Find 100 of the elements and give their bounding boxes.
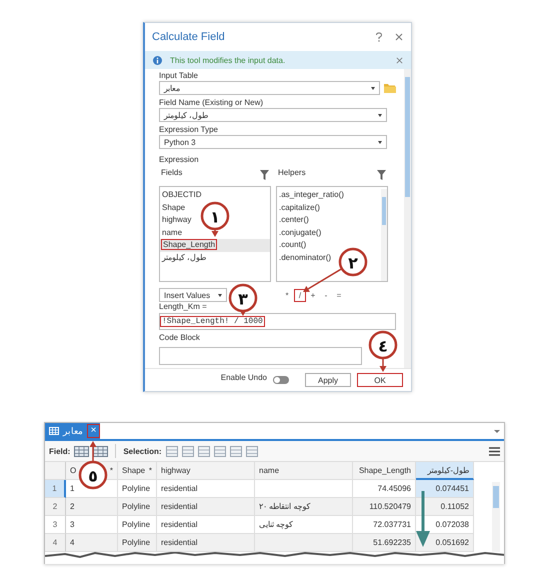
filter-icon[interactable] xyxy=(260,170,269,180)
leader-arrow xyxy=(380,359,386,372)
callout-number: ٤ xyxy=(378,336,388,356)
table-cell: Polyline xyxy=(122,520,150,529)
leader-arrow xyxy=(90,441,96,461)
operator-button[interactable]: / xyxy=(295,290,305,300)
close-tab-button[interactable]: × xyxy=(87,424,100,438)
table-cell: residential xyxy=(161,484,198,493)
scrollbar[interactable] xyxy=(492,482,500,552)
callout-number: ٣ xyxy=(238,290,248,308)
callout-number: ٥ xyxy=(88,466,98,486)
operator-button[interactable]: * xyxy=(282,290,292,300)
section-label: Code Block xyxy=(159,333,200,343)
operator-button[interactable]: - xyxy=(321,290,331,300)
leader-arrow xyxy=(212,230,218,237)
field-list-item[interactable]: highway xyxy=(160,214,194,226)
operator-button[interactable]: = xyxy=(334,290,344,300)
callout-number: ١ xyxy=(210,208,220,226)
table-cell: 51.692235 xyxy=(373,538,411,547)
input-table-dropdown[interactable]: معابر xyxy=(159,81,380,95)
table-cell: 0.11052 xyxy=(440,502,469,511)
selection-tool-icon[interactable] xyxy=(166,446,178,456)
dialog-title: Calculate Field xyxy=(152,31,226,43)
folder-icon[interactable] xyxy=(384,83,396,93)
selection-tool-icon[interactable] xyxy=(246,446,258,456)
callout-number: ٢ xyxy=(348,254,358,272)
toolbar-label: Field: xyxy=(49,446,70,456)
row-header[interactable]: 4 xyxy=(45,534,66,552)
section-label: Expression xyxy=(159,155,199,165)
help-icon[interactable] xyxy=(375,32,383,42)
expression-type-dropdown[interactable]: Python 3 xyxy=(159,135,387,149)
table-cell: Polyline xyxy=(122,538,150,547)
selection-tool-icon[interactable] xyxy=(198,446,210,456)
table-cell: 4 xyxy=(70,538,74,547)
table-cell: 110.520479 xyxy=(369,502,411,511)
apply-button[interactable]: Apply xyxy=(305,373,351,387)
field-name-dropdown[interactable]: طول، کیلومتر xyxy=(159,108,387,122)
table-cell: 3 xyxy=(70,520,74,529)
scrollbar[interactable] xyxy=(381,189,387,281)
required-mark: * xyxy=(148,466,152,475)
selection-tool-icon[interactable] xyxy=(214,446,226,456)
helper-list-item[interactable]: .conjugate() xyxy=(277,226,324,239)
ok-button[interactable]: OK xyxy=(357,373,403,387)
table-cell: 0.051692 xyxy=(436,538,469,547)
column-header[interactable]: O xyxy=(70,466,76,475)
scrollbar[interactable] xyxy=(404,69,411,368)
toolbar-label: Selection: xyxy=(123,446,162,456)
info-message: This tool modifies the input data. xyxy=(170,56,286,64)
menu-icon[interactable] xyxy=(489,446,500,456)
table-cell: کوچه ثنایی xyxy=(259,520,294,529)
toggle-label: Enable Undo xyxy=(220,373,267,383)
table-tab[interactable]: معابر × xyxy=(45,423,100,439)
table-cell: 0.074451 xyxy=(436,484,469,493)
info-icon xyxy=(153,56,162,64)
field-list-item[interactable]: OBJECTID xyxy=(160,189,204,202)
table-cell: 0.072038 xyxy=(436,520,469,529)
table-cell: 72.037731 xyxy=(373,520,411,529)
helper-list-item[interactable]: .count() xyxy=(277,239,308,252)
field-grid-icon[interactable] xyxy=(93,446,108,456)
close-icon[interactable] xyxy=(395,33,403,41)
helper-list-item[interactable]: .as_integer_ratio() xyxy=(277,189,346,202)
field-grid-icon[interactable] xyxy=(74,446,90,456)
enable-undo-toggle[interactable] xyxy=(273,376,289,384)
operator-button[interactable]: + xyxy=(308,290,318,300)
table-cell: residential xyxy=(161,520,198,529)
selection-tool-icon[interactable] xyxy=(182,446,194,456)
table-cell: کوچه انتقاطه ۲۰ xyxy=(259,502,310,511)
down-arrow-drawing xyxy=(416,491,430,547)
expression-field[interactable]: !Shape_Length! / 1000 xyxy=(159,313,396,330)
caret-icon[interactable] xyxy=(494,430,500,432)
field-list-item[interactable]: name xyxy=(160,226,184,239)
expression-target-label: Length_Km = xyxy=(159,302,207,312)
row-header[interactable]: 1 xyxy=(45,480,66,498)
table-cell: 2 xyxy=(70,502,74,511)
field-list-item[interactable]: طول، کیلومتر xyxy=(160,252,208,264)
column-header[interactable]: name xyxy=(259,466,280,475)
helper-list-item[interactable]: .denominator() xyxy=(277,252,334,264)
insert-values-dropdown[interactable]: Insert Values xyxy=(159,288,227,302)
table-icon xyxy=(49,427,59,435)
field-label: Input Table xyxy=(159,71,198,81)
field-list-item[interactable]: Shape_Length xyxy=(160,239,270,252)
table-cell: residential xyxy=(161,538,198,547)
selection-tool-icon[interactable] xyxy=(230,446,242,456)
helper-list-item[interactable]: .center() xyxy=(277,214,311,226)
field-list-item[interactable]: Shape xyxy=(160,202,188,214)
table-cell: 1 xyxy=(70,484,74,493)
column-header[interactable]: Shape xyxy=(122,466,146,475)
field-label: Field Name (Existing or New) xyxy=(159,98,264,108)
required-mark: * xyxy=(110,466,113,475)
leader-arrow xyxy=(303,268,342,292)
row-header[interactable]: 2 xyxy=(45,498,66,516)
field-label: Expression Type xyxy=(159,125,218,135)
table-cell: 74.45096 xyxy=(378,484,411,493)
close-icon[interactable] xyxy=(396,56,403,64)
code-block-field[interactable] xyxy=(159,347,362,365)
column-header[interactable]: Shape_Length xyxy=(358,466,411,475)
helper-list-item[interactable]: .capitalize() xyxy=(277,202,322,214)
column-header[interactable]: highway xyxy=(161,466,190,475)
table-cell: Polyline xyxy=(122,484,150,493)
filter-icon[interactable] xyxy=(377,170,386,180)
